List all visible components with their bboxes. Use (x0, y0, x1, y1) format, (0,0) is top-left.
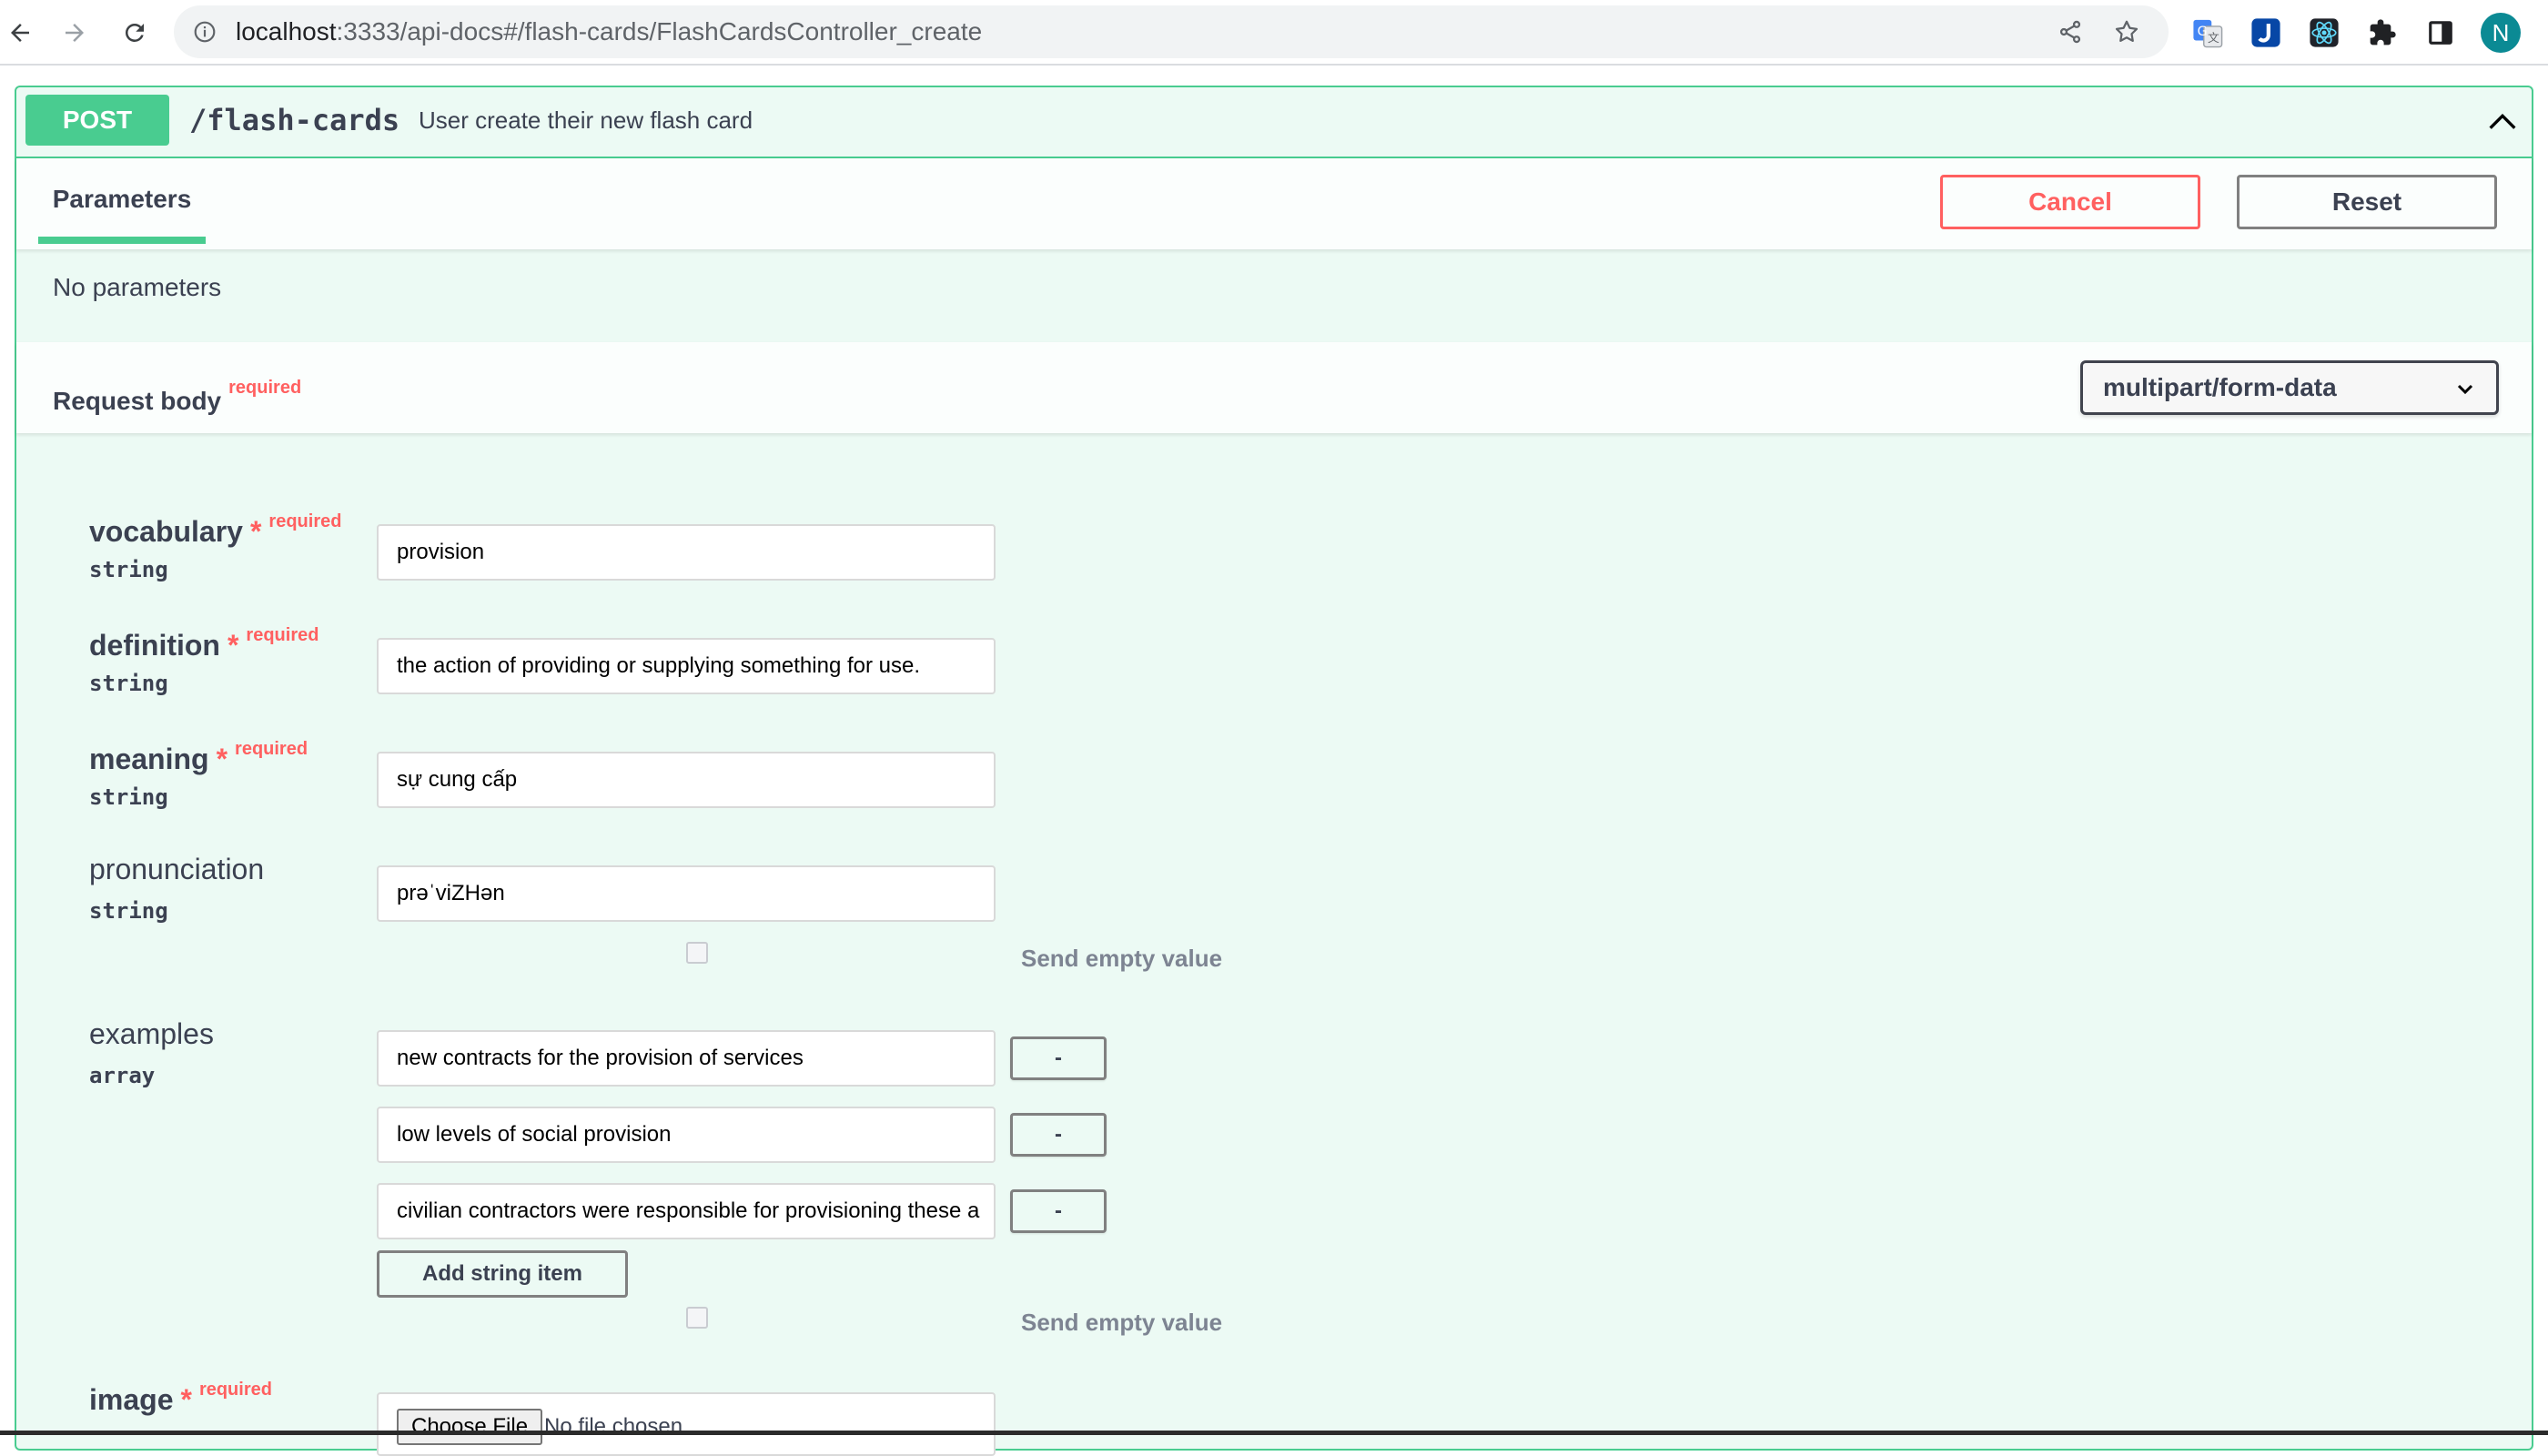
url-text: localhost:3333/api-docs#/flash-cards/Fla… (236, 5, 982, 58)
reload-icon[interactable] (115, 13, 155, 53)
side-panel-icon[interactable] (2422, 15, 2459, 51)
content-type-value: multipart/form-data (2103, 373, 2337, 401)
bookmark-star-icon[interactable] (2110, 15, 2143, 48)
required-star: * (249, 515, 262, 548)
taskbar-edge (0, 1431, 2548, 1435)
chevron-down-icon (2457, 384, 2473, 395)
examples-item-input[interactable]: civilian contractors were responsible fo… (377, 1183, 996, 1239)
remove-item-button[interactable]: - (1010, 1189, 1107, 1233)
required-star: * (227, 629, 239, 662)
no-parameters-text: No parameters (53, 273, 222, 301)
param-meaning-type: string (89, 784, 168, 810)
required-star: * (216, 743, 228, 775)
param-vocabulary-label: vocabulary (89, 515, 243, 548)
method-badge: POST (25, 95, 169, 146)
google-translate-icon[interactable]: G文 (2189, 15, 2226, 51)
operation-path: /flash-cards (189, 103, 400, 137)
request-body-label: Request body (53, 387, 222, 415)
browser-toolbar: localhost:3333/api-docs#/flash-cards/Fla… (0, 0, 2548, 66)
param-examples-type: array (89, 1063, 156, 1088)
operation-summary[interactable]: POST /flash-cards User create their new … (16, 87, 2532, 158)
site-info-icon[interactable] (190, 17, 219, 46)
examples-send-empty-checkbox[interactable] (686, 1307, 708, 1329)
required-tag: required (246, 625, 319, 645)
url-rest: :3333/api-docs#/flash-cards/FlashCardsCo… (336, 17, 983, 46)
param-definition-type: string (89, 671, 168, 696)
definition-input[interactable]: the action of providing or supplying som… (377, 638, 996, 694)
request-body-header: Request body required multipart/form-data (16, 342, 2532, 433)
required-tag: required (235, 739, 308, 759)
param-meaning-label: meaning (89, 743, 209, 775)
param-pronunciation-name: pronunciation (89, 853, 265, 885)
required-tag: required (198, 1380, 272, 1400)
tab-parameters[interactable]: Parameters (38, 158, 206, 240)
param-vocabulary-type: string (89, 557, 168, 582)
param-examples-name: examples (89, 1017, 214, 1050)
url-host: localhost (236, 17, 337, 46)
svg-text:文: 文 (2208, 32, 2219, 46)
choose-file-button[interactable]: Choose File (397, 1409, 543, 1445)
param-pronunciation-type: string (89, 898, 168, 924)
extensions-puzzle-icon[interactable] (2364, 15, 2401, 51)
examples-item-input[interactable]: new contracts for the provision of servi… (377, 1030, 996, 1087)
chevron-up-icon[interactable] (2484, 104, 2521, 140)
reset-button[interactable]: Reset (2237, 175, 2497, 229)
param-vocabulary-name: vocabulary * required (89, 511, 341, 549)
param-definition-name: definition * required (89, 625, 318, 662)
svg-text:G: G (2198, 25, 2208, 39)
forward-arrow-icon[interactable] (55, 13, 95, 53)
operation-block-post: POST /flash-cards User create their new … (15, 86, 2533, 1456)
jira-icon[interactable] (2248, 15, 2284, 51)
param-image-name: image * required (89, 1380, 272, 1417)
vocabulary-input[interactable]: provision (377, 524, 996, 581)
share-icon[interactable] (2054, 15, 2087, 48)
remove-item-button[interactable]: - (1010, 1036, 1107, 1080)
required-star: * (180, 1383, 192, 1416)
pronunciation-send-empty-checkbox[interactable] (686, 942, 708, 964)
pronunciation-send-empty-label: Send empty value (1021, 945, 1223, 972)
parameters-header: Parameters Cancel Reset (16, 158, 2532, 249)
add-string-item-button[interactable]: Add string item (377, 1250, 628, 1298)
operation-description: User create their new flash card (419, 106, 753, 134)
pronunciation-input[interactable]: prəˈviZHən (377, 865, 996, 922)
file-status-text: No file chosen (544, 1414, 683, 1439)
required-tag: required (268, 511, 342, 531)
meaning-input[interactable]: sự cung cấp (377, 752, 996, 808)
content-type-select[interactable]: multipart/form-data (2080, 360, 2499, 415)
param-definition-label: definition (89, 629, 220, 662)
request-body-title: Request body required (53, 342, 301, 433)
cancel-button[interactable]: Cancel (1940, 175, 2200, 229)
profile-avatar[interactable]: N (2481, 13, 2521, 53)
param-image-label: image (89, 1383, 174, 1416)
param-meaning-name: meaning * required (89, 739, 308, 776)
address-bar[interactable]: localhost:3333/api-docs#/flash-cards/Fla… (174, 5, 2169, 58)
back-arrow-icon[interactable] (0, 13, 40, 53)
image-file-input[interactable]: Choose File No file chosen (377, 1392, 996, 1456)
tab-active-indicator (38, 237, 206, 244)
request-body-required: required (228, 378, 302, 398)
examples-send-empty-label: Send empty value (1021, 1309, 1223, 1336)
remove-item-button[interactable]: - (1010, 1113, 1107, 1157)
react-devtools-icon[interactable] (2306, 15, 2342, 51)
examples-item-input[interactable]: low levels of social provision (377, 1107, 996, 1163)
